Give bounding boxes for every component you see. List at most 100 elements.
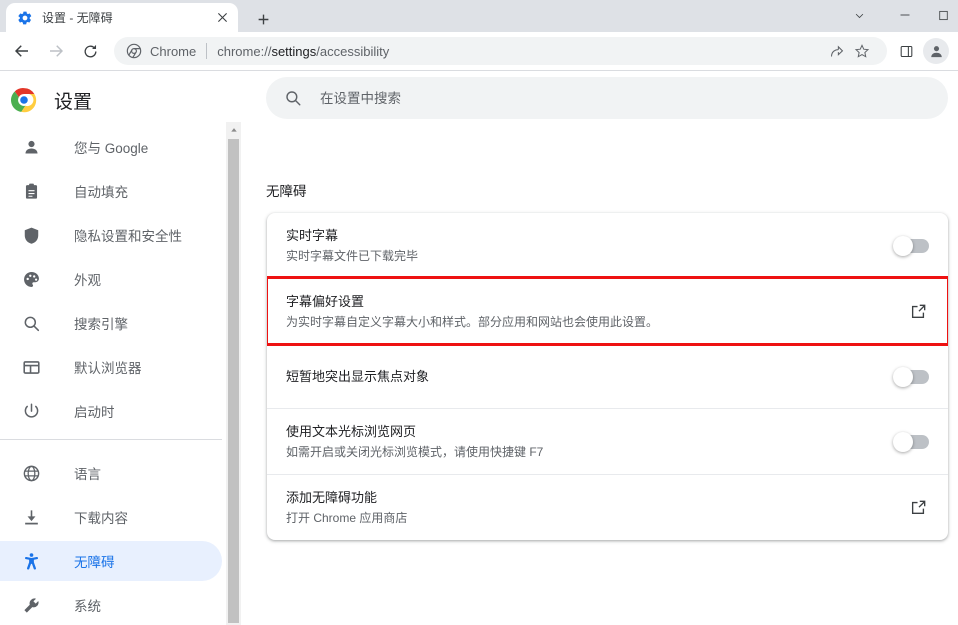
sidebar-item-label: 系统 xyxy=(74,599,101,614)
share-icon[interactable] xyxy=(823,38,849,64)
sidebar-item-autofill[interactable]: 自动填充 xyxy=(0,171,222,211)
settings-page: 设置 您与 Google 自动填充 xyxy=(0,72,958,625)
search-input[interactable] xyxy=(320,90,948,106)
settings-header: 设置 xyxy=(0,72,958,128)
sidebar-item-privacy-security[interactable]: 隐私设置和安全性 xyxy=(0,215,222,255)
url-prefix: chrome:// xyxy=(217,43,272,59)
bookmark-star-icon[interactable] xyxy=(849,38,875,64)
window-controls xyxy=(836,0,958,32)
sidebar-item-search-engine[interactable]: 搜索引擎 xyxy=(0,303,222,343)
side-panel-button[interactable] xyxy=(891,36,921,66)
new-tab-button[interactable] xyxy=(249,5,277,33)
setting-row-caret-browsing[interactable]: 使用文本光标浏览网页 如需开启或关闭光标浏览模式，请使用快捷键 F7 xyxy=(267,408,948,474)
row-subtitle: 实时字幕文件已下载完毕 xyxy=(286,249,419,263)
browser-toolbar: Chrome chrome://settings/accessibility xyxy=(0,32,958,71)
browser-tab[interactable]: 设置 - 无障碍 xyxy=(6,3,238,32)
setting-row-add-accessibility-features[interactable]: 添加无障碍功能 打开 Chrome 应用商店 xyxy=(267,474,948,540)
row-text: 实时字幕 实时字幕文件已下载完毕 xyxy=(286,213,879,278)
globe-icon xyxy=(21,463,41,483)
shield-icon xyxy=(21,225,41,245)
sidebar-item-you-and-google[interactable]: 您与 Google xyxy=(0,127,222,167)
row-title: 短暂地突出显示焦点对象 xyxy=(286,369,430,384)
toggle-knob xyxy=(893,366,913,387)
row-subtitle: 为实时字幕自定义字幕大小和样式。部分应用和网站也会使用此设置。 xyxy=(286,315,659,329)
setting-row-caption-preferences[interactable]: 字幕偏好设置 为实时字幕自定义字幕大小和样式。部分应用和网站也会使用此设置。 xyxy=(267,276,948,346)
settings-search-box[interactable] xyxy=(266,77,948,119)
settings-content: 无障碍 实时字幕 实时字幕文件已下载完毕 字幕偏好设置 为实时字幕自定义字幕大小… xyxy=(241,122,958,625)
plus-icon xyxy=(258,14,268,24)
search-icon xyxy=(21,313,41,333)
palette-icon xyxy=(21,269,41,289)
wrench-icon xyxy=(21,595,41,615)
row-text: 添加无障碍功能 打开 Chrome 应用商店 xyxy=(286,475,891,540)
external-link-icon[interactable] xyxy=(907,497,929,519)
reload-button[interactable] xyxy=(76,37,104,65)
sidebar-item-downloads[interactable]: 下载内容 xyxy=(0,497,222,537)
live-caption-toggle[interactable] xyxy=(893,235,929,256)
close-tab-icon[interactable] xyxy=(212,8,232,28)
back-button[interactable] xyxy=(8,37,36,65)
browser-icon xyxy=(21,357,41,377)
tab-search-chevron-down-icon[interactable] xyxy=(836,0,882,30)
settings-sidebar: 您与 Google 自动填充 隐私设置和安全性 外观 搜索引擎 默认浏览器 启动… xyxy=(0,122,222,625)
omnibox-brand-label: Chrome xyxy=(150,43,197,59)
search-icon xyxy=(284,89,302,107)
sidebar-item-label: 无障碍 xyxy=(74,555,115,570)
sidebar-group-primary: 您与 Google 自动填充 隐私设置和安全性 外观 搜索引擎 默认浏览器 启动… xyxy=(0,122,222,431)
minimize-button[interactable] xyxy=(882,0,928,30)
reload-icon xyxy=(84,44,96,57)
toggle-knob xyxy=(893,235,913,256)
sidebar-item-languages[interactable]: 语言 xyxy=(0,453,222,493)
arrow-right-icon xyxy=(50,45,64,57)
power-icon xyxy=(21,401,41,421)
toggle-knob xyxy=(893,431,913,452)
maximize-button[interactable] xyxy=(928,0,958,30)
sidebar-item-label: 启动时 xyxy=(74,405,115,420)
row-title: 实时字幕 xyxy=(286,228,339,243)
sidebar-item-accessibility[interactable]: 无障碍 xyxy=(0,541,222,581)
row-subtitle: 如需开启或关闭光标浏览模式，请使用快捷键 F7 xyxy=(286,445,544,459)
accessibility-settings-card: 实时字幕 实时字幕文件已下载完毕 字幕偏好设置 为实时字幕自定义字幕大小和样式。… xyxy=(267,213,948,540)
scrollbar-thumb[interactable] xyxy=(228,139,239,623)
address-bar[interactable]: Chrome chrome://settings/accessibility xyxy=(114,37,887,65)
person-icon xyxy=(21,137,41,157)
tab-title: 设置 - 无障碍 xyxy=(42,11,113,25)
arrow-left-icon xyxy=(14,45,28,57)
focus-highlight-toggle[interactable] xyxy=(893,366,929,387)
page-title: 设置 xyxy=(54,91,93,113)
row-title: 字幕偏好设置 xyxy=(286,294,365,309)
sidebar-scrollbar[interactable] xyxy=(226,122,241,625)
person-icon xyxy=(930,45,942,57)
url-suffix: /accessibility xyxy=(316,43,390,59)
row-text: 短暂地突出显示焦点对象 xyxy=(286,354,879,399)
download-icon xyxy=(21,507,41,527)
section-title: 无障碍 xyxy=(266,184,307,199)
row-text: 使用文本光标浏览网页 如需开启或关闭光标浏览模式，请使用快捷键 F7 xyxy=(286,409,879,474)
sidebar-item-default-browser[interactable]: 默认浏览器 xyxy=(0,347,222,387)
sidebar-item-system[interactable]: 系统 xyxy=(0,585,222,625)
url-strong: settings xyxy=(271,43,317,59)
omnibox-divider xyxy=(206,43,208,59)
omnibox-url: chrome://settings/accessibility xyxy=(217,44,823,59)
sidebar-divider xyxy=(0,439,222,440)
forward-button[interactable] xyxy=(42,37,70,65)
row-subtitle: 打开 Chrome 应用商店 xyxy=(286,511,408,525)
setting-row-focus-highlight[interactable]: 短暂地突出显示焦点对象 xyxy=(267,344,948,408)
external-link-icon[interactable] xyxy=(907,301,929,323)
sidebar-item-on-startup[interactable]: 启动时 xyxy=(0,391,222,431)
profile-avatar[interactable] xyxy=(923,38,949,64)
setting-row-live-caption[interactable]: 实时字幕 实时字幕文件已下载完毕 xyxy=(267,213,948,278)
caret-browsing-toggle[interactable] xyxy=(893,431,929,452)
sidebar-item-label: 语言 xyxy=(74,467,101,482)
scroll-up-arrow-icon[interactable] xyxy=(226,122,241,137)
tab-strip: 设置 - 无障碍 xyxy=(0,0,958,32)
sidebar-group-secondary: 语言 下载内容 无障碍 系统 xyxy=(0,448,222,625)
sidebar-item-label: 您与 Google xyxy=(74,141,149,156)
accessibility-icon xyxy=(21,551,41,571)
clipboard-icon xyxy=(21,181,41,201)
settings-gear-favicon-icon xyxy=(17,10,33,26)
sidebar-item-label: 默认浏览器 xyxy=(74,361,142,376)
row-text: 字幕偏好设置 为实时字幕自定义字幕大小和样式。部分应用和网站也会使用此设置。 xyxy=(286,279,891,344)
sidebar-item-label: 外观 xyxy=(74,273,101,288)
sidebar-item-appearance[interactable]: 外观 xyxy=(0,259,222,299)
